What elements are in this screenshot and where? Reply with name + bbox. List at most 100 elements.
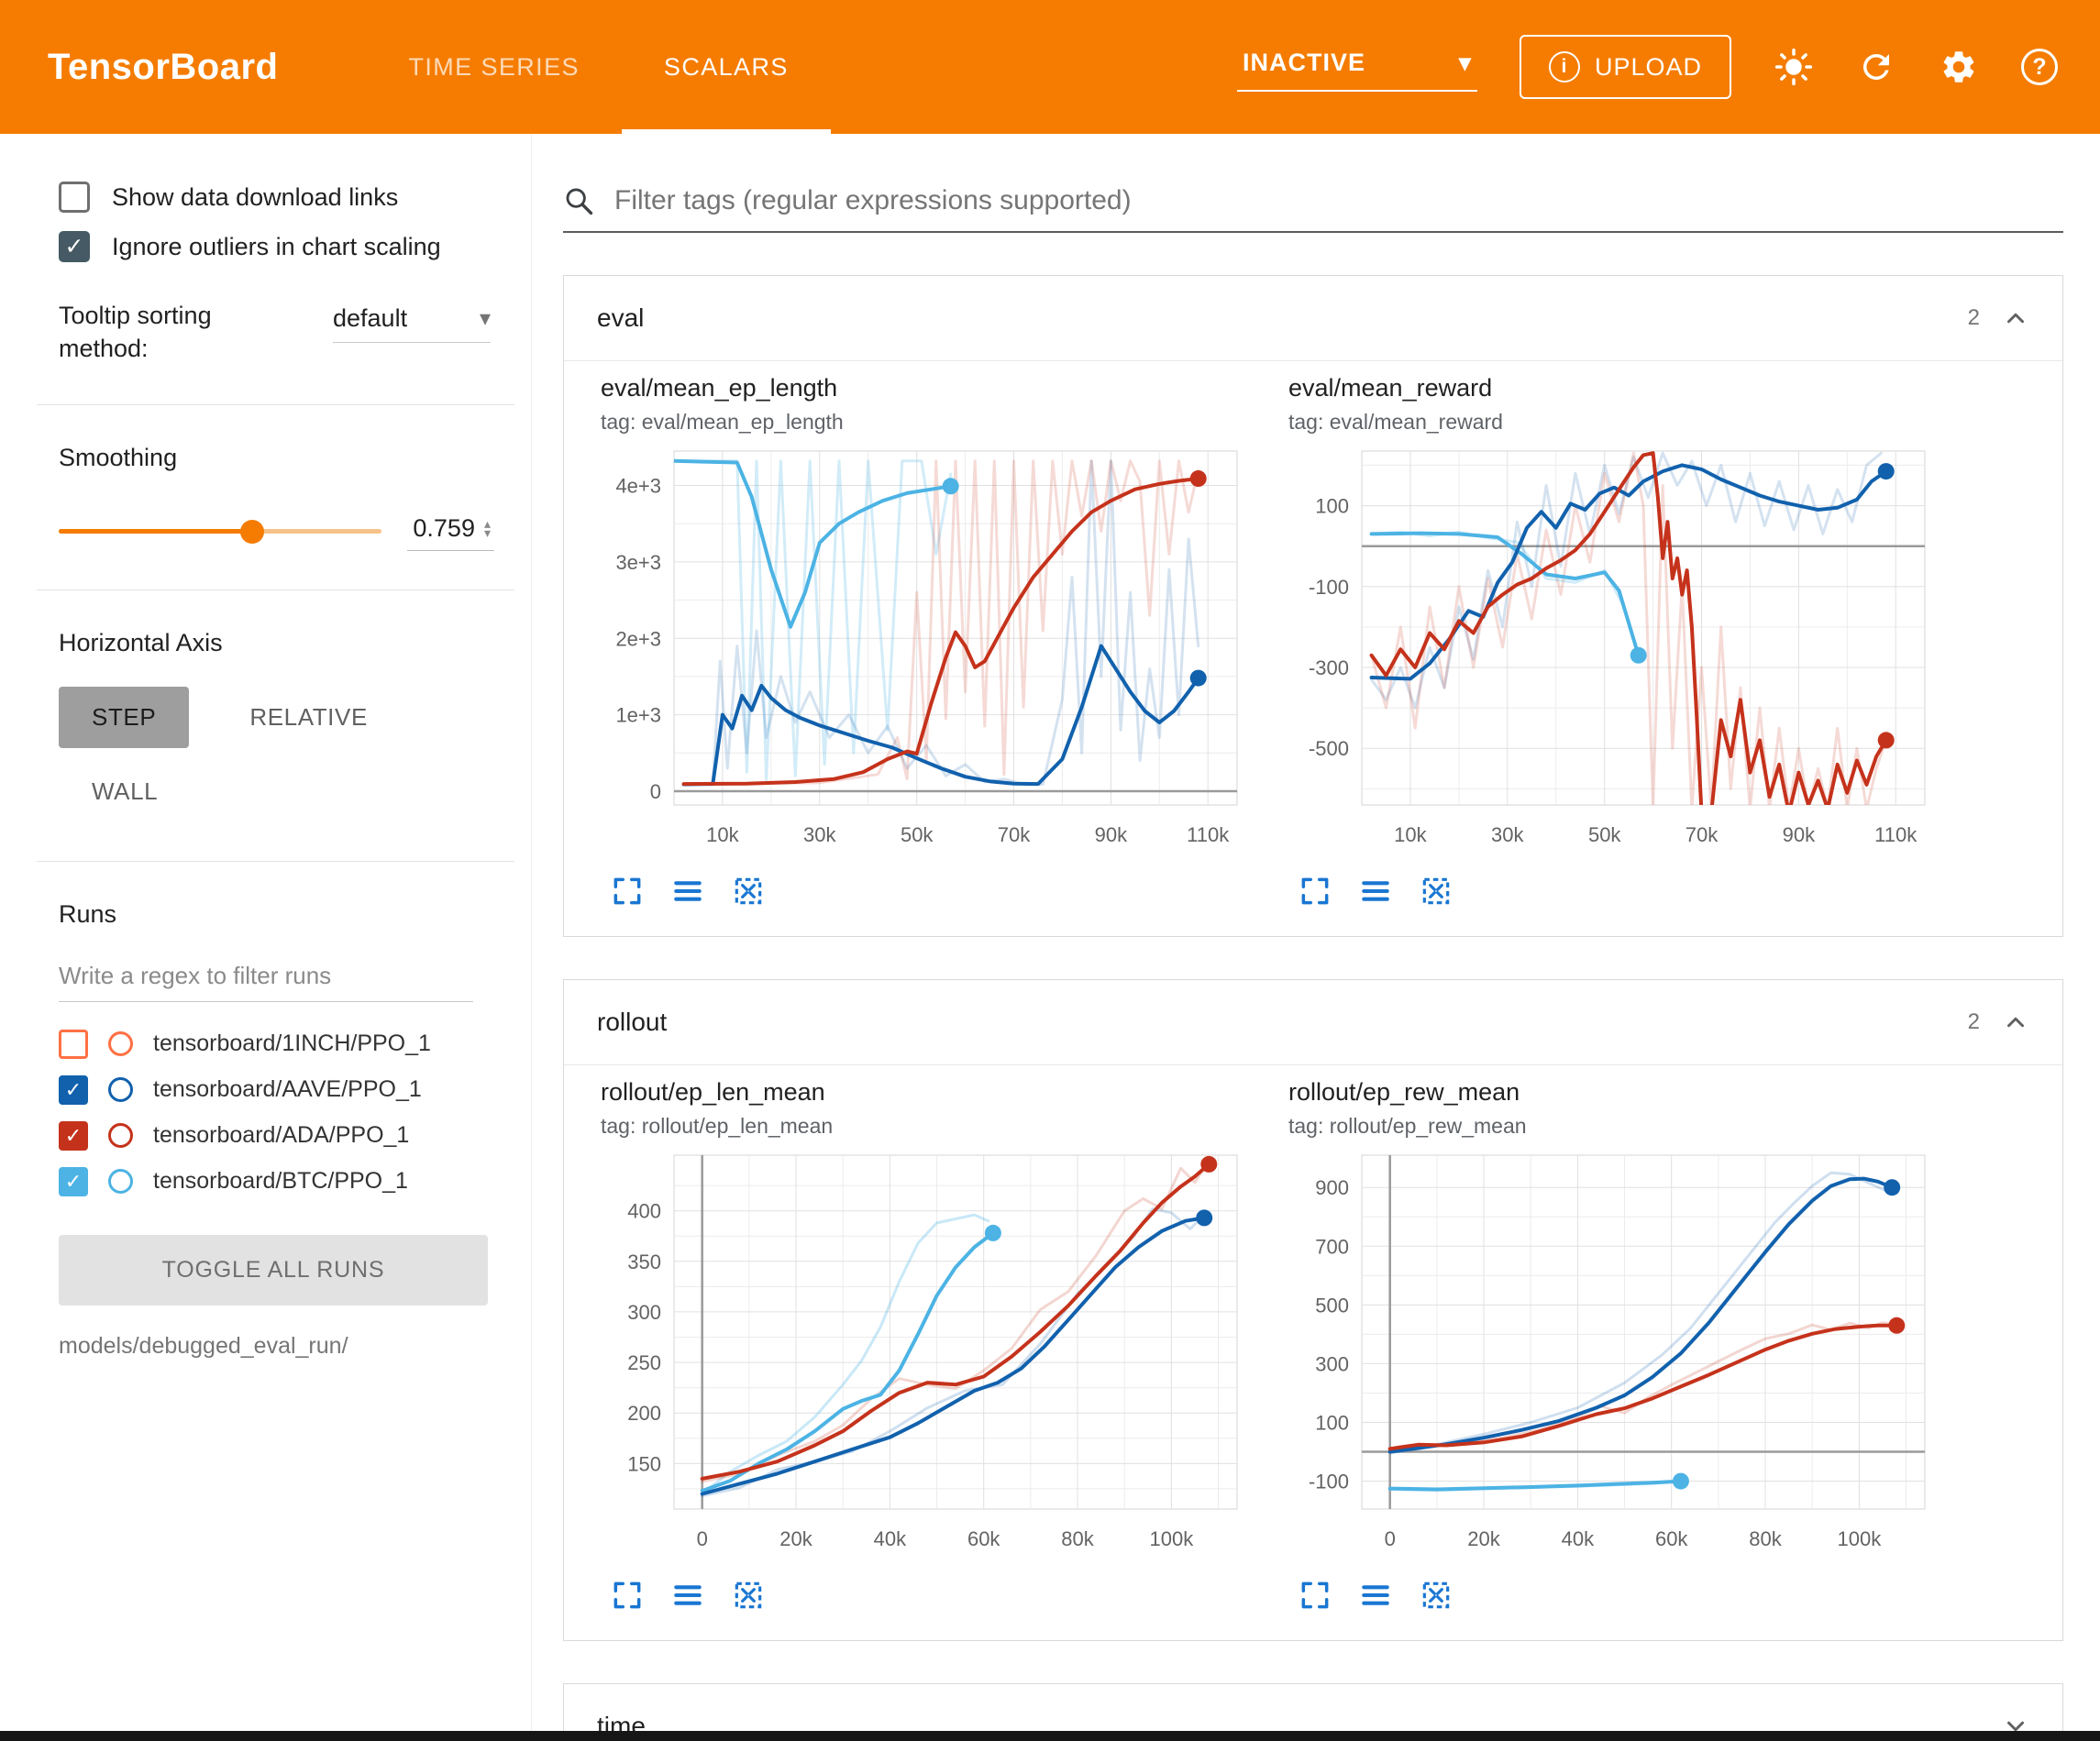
upload-button[interactable]: i UPLOAD	[1520, 35, 1731, 99]
chart-title: eval/mean_reward	[1288, 374, 1930, 402]
tooltip-sorting-label: Tooltip sorting method:	[59, 299, 251, 366]
page-body: Show data download links ✓ Ignore outlie…	[0, 134, 2100, 1741]
line-chart[interactable]: 10k30k50k70k90k110k01e+32e+33e+34e+3	[601, 436, 1243, 872]
ignore-outliers-row[interactable]: ✓ Ignore outliers in chart scaling	[59, 231, 531, 262]
svg-text:-100: -100	[1309, 576, 1349, 599]
fit-domain-icon[interactable]	[1419, 874, 1453, 909]
svg-text:90k: 90k	[1783, 823, 1816, 846]
tooltip-sorting-select[interactable]: default ▾	[333, 304, 491, 343]
svg-text:200: 200	[627, 1402, 661, 1425]
collapse-chevron-up-icon[interactable]	[2002, 1008, 2029, 1036]
runs-label: Runs	[59, 900, 531, 929]
upload-button-label: UPLOAD	[1595, 53, 1702, 82]
smoothing-control: 0.759 ▴▾	[59, 512, 531, 551]
svg-text:0: 0	[650, 780, 661, 803]
smoothing-slider[interactable]	[59, 529, 381, 534]
axis-relative-button[interactable]: RELATIVE	[216, 687, 401, 748]
run-row-1inch[interactable]: tensorboard/1INCH/PPO_1	[59, 1030, 531, 1059]
brightness-icon[interactable]	[1774, 47, 1814, 87]
fit-domain-icon[interactable]	[731, 1578, 766, 1613]
run-label: tensorboard/AAVE/PPO_1	[153, 1076, 422, 1103]
collapse-chevron-up-icon[interactable]	[2002, 304, 2029, 332]
expand-chart-icon[interactable]	[1298, 1578, 1332, 1613]
show-download-links-checkbox[interactable]	[59, 182, 90, 213]
svg-text:110k: 110k	[1874, 823, 1918, 846]
tag-filter-input[interactable]	[614, 185, 2063, 216]
chart-tag: tag: rollout/ep_len_mean	[601, 1114, 1243, 1139]
svg-text:3e+3: 3e+3	[615, 551, 661, 574]
svg-text:20k: 20k	[1467, 1527, 1500, 1550]
smoothing-value-input[interactable]: 0.759 ▴▾	[407, 512, 494, 551]
card-eval: eval 2 eval/mean_ep_length tag: eval/mea…	[563, 275, 2063, 937]
scalars-dashboard: eval 2 eval/mean_ep_length tag: eval/mea…	[532, 134, 2100, 1741]
run-color-circle[interactable]	[108, 1031, 133, 1056]
svg-text:100k: 100k	[1150, 1527, 1195, 1550]
svg-text:110k: 110k	[1187, 823, 1230, 846]
svg-text:80k: 80k	[1061, 1527, 1094, 1550]
stepper-arrows-icon[interactable]: ▴▾	[484, 519, 491, 538]
svg-text:-300: -300	[1309, 656, 1349, 679]
chart-ep-len-mean: rollout/ep_len_mean tag: rollout/ep_len_…	[601, 1078, 1243, 1613]
line-chart[interactable]: 020k40k60k80k100k-100100300500700900	[1288, 1140, 1930, 1576]
run-color-circle[interactable]	[108, 1169, 133, 1194]
run-row-btc[interactable]: ✓ tensorboard/BTC/PPO_1	[59, 1167, 531, 1196]
card-rollout: rollout 2 rollout/ep_len_mean tag: rollo…	[563, 979, 2063, 1641]
svg-text:30k: 30k	[803, 823, 836, 846]
svg-text:300: 300	[627, 1301, 661, 1324]
svg-text:2e+3: 2e+3	[615, 627, 661, 650]
expand-chart-icon[interactable]	[610, 1578, 645, 1613]
smoothing-label: Smoothing	[59, 444, 531, 472]
fit-domain-icon[interactable]	[731, 874, 766, 909]
runs-list-icon[interactable]	[1358, 874, 1393, 909]
run-label: tensorboard/BTC/PPO_1	[153, 1168, 408, 1195]
axis-step-button[interactable]: STEP	[59, 687, 189, 748]
svg-text:100k: 100k	[1838, 1527, 1883, 1550]
run-row-ada[interactable]: ✓ tensorboard/ADA/PPO_1	[59, 1121, 531, 1151]
fit-domain-icon[interactable]	[1419, 1578, 1453, 1613]
status-dropdown[interactable]: INACTIVE ▾	[1237, 43, 1477, 92]
settings-gear-icon[interactable]	[1939, 47, 1979, 87]
tab-time-series[interactable]: TIME SERIES	[366, 0, 621, 134]
run-checkbox[interactable]: ✓	[59, 1075, 88, 1105]
svg-text:70k: 70k	[998, 823, 1031, 846]
smoothing-slider-thumb[interactable]	[240, 520, 264, 544]
run-checkbox[interactable]	[59, 1030, 88, 1059]
refresh-icon[interactable]	[1856, 47, 1896, 87]
expand-chart-icon[interactable]	[1298, 874, 1332, 909]
card-eval-header[interactable]: eval 2	[564, 276, 2062, 360]
card-title: rollout	[597, 1008, 667, 1037]
runs-filter-input[interactable]	[59, 954, 473, 1002]
svg-text:20k: 20k	[779, 1527, 812, 1550]
tab-scalars[interactable]: SCALARS	[622, 0, 831, 134]
svg-text:40k: 40k	[874, 1527, 907, 1550]
runs-list-icon[interactable]	[1358, 1578, 1393, 1613]
card-chart-count: 2	[1968, 305, 1980, 331]
ignore-outliers-checkbox[interactable]: ✓	[59, 231, 90, 262]
show-download-links-row[interactable]: Show data download links	[59, 182, 531, 213]
svg-text:-500: -500	[1309, 737, 1349, 760]
svg-text:100: 100	[1315, 495, 1349, 518]
runs-list-icon[interactable]	[670, 1578, 705, 1613]
line-chart[interactable]: 10k30k50k70k90k110k100-100-300-500	[1288, 436, 1930, 872]
ignore-outliers-label: Ignore outliers in chart scaling	[112, 233, 441, 261]
toggle-all-runs-button[interactable]: TOGGLE ALL RUNS	[59, 1235, 488, 1306]
status-dropdown-value: INACTIVE	[1243, 49, 1365, 77]
run-row-aave[interactable]: ✓ tensorboard/AAVE/PPO_1	[59, 1075, 531, 1105]
card-rollout-header[interactable]: rollout 2	[564, 980, 2062, 1064]
run-checkbox[interactable]: ✓	[59, 1121, 88, 1151]
svg-text:4e+3: 4e+3	[615, 475, 661, 498]
chart-tag: tag: rollout/ep_rew_mean	[1288, 1114, 1930, 1139]
line-chart[interactable]: 020k40k60k80k100k150200250300350400	[601, 1140, 1243, 1576]
help-icon[interactable]: ?	[2021, 49, 2058, 85]
svg-text:100: 100	[1315, 1412, 1349, 1435]
run-checkbox[interactable]: ✓	[59, 1167, 88, 1196]
svg-text:300: 300	[1315, 1352, 1349, 1375]
chart-title: rollout/ep_rew_mean	[1288, 1078, 1930, 1107]
show-download-links-label: Show data download links	[112, 183, 398, 212]
expand-chart-icon[interactable]	[610, 874, 645, 909]
runs-list-icon[interactable]	[670, 874, 705, 909]
run-color-circle[interactable]	[108, 1077, 133, 1102]
axis-wall-button[interactable]: WALL	[59, 761, 191, 822]
tooltip-sorting-value: default	[333, 304, 407, 333]
run-color-circle[interactable]	[108, 1123, 133, 1148]
